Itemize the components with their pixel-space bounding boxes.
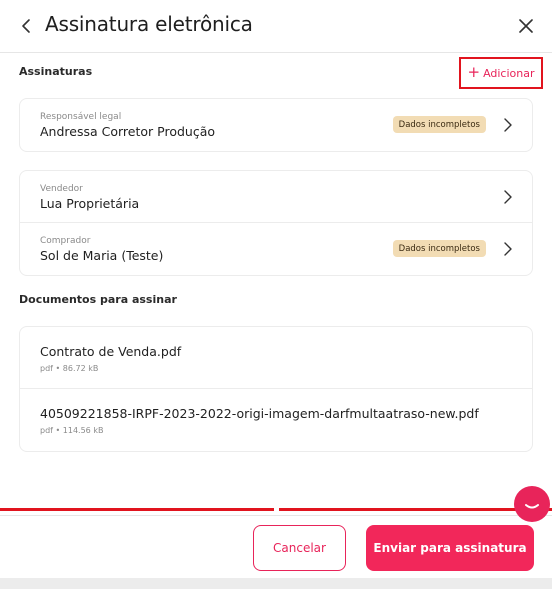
modal-header: Assinatura eletrônica [0, 0, 552, 53]
signatures-section-label: Assinaturas [19, 65, 93, 78]
add-signer-label: Adicionar [483, 66, 535, 80]
signer-card-parties: Vendedor Lua Proprietária Comprador Sol … [19, 170, 533, 276]
signer-row[interactable]: Vendedor Lua Proprietária [20, 171, 532, 223]
document-row[interactable]: 40509221858-IRPF-2023-2022-origi-imagem-… [20, 389, 532, 451]
documents-card: Contrato de Venda.pdf pdf • 86.72 kB 405… [19, 326, 533, 452]
chat-widget-button[interactable] [514, 486, 550, 522]
chevron-left-icon [22, 19, 30, 33]
close-button[interactable] [516, 16, 536, 36]
bottom-strip [0, 578, 552, 589]
document-meta: pdf • 114.56 kB [40, 426, 104, 435]
highlight-line-right [279, 508, 552, 511]
close-icon [519, 19, 533, 33]
chat-icon [525, 504, 539, 509]
signer-row[interactable]: Responsável legal Andressa Corretor Prod… [20, 99, 532, 151]
signer-row[interactable]: Comprador Sol de Maria (Teste) Dados inc… [20, 223, 532, 275]
signer-card-legal: Responsável legal Andressa Corretor Prod… [19, 98, 533, 152]
incomplete-data-badge: Dados incompletos [392, 116, 486, 133]
signer-role: Responsável legal [40, 112, 122, 122]
highlight-line-left [0, 508, 274, 511]
chevron-right-icon [504, 190, 512, 204]
chevron-right-icon [504, 118, 512, 132]
chevron-right-icon [504, 242, 512, 256]
plus-icon: + [467, 63, 481, 81]
signer-role: Vendedor [40, 184, 83, 194]
page-title: Assinatura eletrônica [45, 12, 253, 36]
signer-name: Sol de Maria (Teste) [40, 248, 164, 263]
back-button[interactable] [16, 14, 36, 38]
document-name: Contrato de Venda.pdf [40, 344, 182, 359]
document-name: 40509221858-IRPF-2023-2022-origi-imagem-… [40, 406, 479, 421]
incomplete-data-badge: Dados incompletos [392, 240, 486, 257]
document-meta: pdf • 86.72 kB [40, 364, 99, 373]
signer-name: Andressa Corretor Produção [40, 124, 215, 139]
signer-name: Lua Proprietária [40, 196, 140, 211]
add-signer-button[interactable]: + Adicionar [459, 57, 543, 89]
documents-section-label: Documentos para assinar [19, 293, 177, 306]
document-row[interactable]: Contrato de Venda.pdf pdf • 86.72 kB [20, 327, 532, 389]
send-for-signature-button[interactable]: Enviar para assinatura [366, 525, 534, 571]
signer-role: Comprador [40, 236, 91, 246]
cancel-button[interactable]: Cancelar [253, 525, 346, 571]
modal-footer: Cancelar Enviar para assinatura [0, 515, 552, 577]
